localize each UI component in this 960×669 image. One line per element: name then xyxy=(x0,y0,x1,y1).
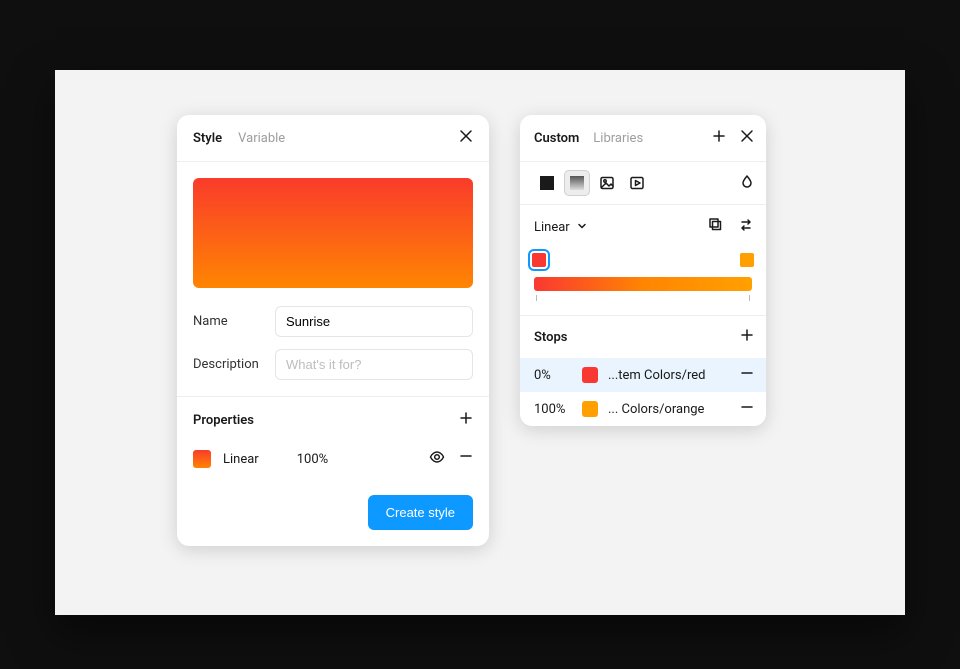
swap-icon xyxy=(738,217,754,233)
stop-swatch-icon xyxy=(582,367,598,383)
stop-color-name: ...tem Colors/red xyxy=(608,368,732,383)
tab-variable[interactable]: Variable xyxy=(238,131,285,146)
fill-solid-button[interactable] xyxy=(534,170,560,196)
stops-list: 0% ...tem Colors/red 100% ... Colors/orange xyxy=(520,358,766,426)
stop-row[interactable]: 0% ...tem Colors/red xyxy=(520,358,766,392)
gradient-type-row: Linear xyxy=(520,205,766,249)
stop-color-name: ... Colors/orange xyxy=(608,402,732,417)
gradient-handles xyxy=(534,253,752,273)
tab-style[interactable]: Style xyxy=(193,131,222,146)
add-color-button[interactable] xyxy=(712,129,726,147)
stop-swatch-icon xyxy=(582,401,598,417)
gradient-stop-handle-0[interactable] xyxy=(532,253,546,267)
add-stop-button[interactable] xyxy=(740,328,754,346)
gradient-type-select[interactable]: Linear xyxy=(534,220,587,235)
stop-position: 0% xyxy=(534,368,582,383)
fill-image-button[interactable] xyxy=(594,170,620,196)
image-icon xyxy=(599,175,615,191)
properties-label: Properties xyxy=(193,413,254,428)
stop-position: 100% xyxy=(534,402,582,417)
name-row: Name xyxy=(177,300,489,343)
close-icon[interactable] xyxy=(459,129,473,147)
tab-custom[interactable]: Custom xyxy=(534,131,579,146)
chevron-down-icon xyxy=(577,221,587,231)
rotate-gradient-button[interactable] xyxy=(708,217,724,237)
property-opacity: 100% xyxy=(297,452,328,467)
remove-property-button[interactable] xyxy=(459,449,473,469)
name-label: Name xyxy=(193,314,275,329)
name-input[interactable] xyxy=(275,306,473,337)
workspace-canvas: Style Variable Name Description Properti… xyxy=(55,70,905,615)
fill-type-row xyxy=(520,162,766,205)
solid-fill-icon xyxy=(540,176,554,190)
fill-gradient-button[interactable] xyxy=(564,170,590,196)
droplet-icon xyxy=(740,174,754,188)
description-label: Description xyxy=(193,357,275,372)
visibility-toggle-icon[interactable] xyxy=(429,449,445,469)
gradient-fill-icon xyxy=(570,176,584,190)
video-icon xyxy=(629,175,645,191)
gradient-ticks xyxy=(534,291,752,301)
style-panel-header: Style Variable xyxy=(177,115,489,162)
close-icon[interactable] xyxy=(740,129,754,147)
gradient-editor[interactable] xyxy=(520,249,766,315)
property-type: Linear xyxy=(223,452,259,467)
remove-stop-button[interactable] xyxy=(740,400,754,418)
gradient-stop-handle-1[interactable] xyxy=(740,253,754,267)
properties-header: Properties xyxy=(177,397,489,443)
tab-libraries[interactable]: Libraries xyxy=(593,131,643,146)
blend-mode-button[interactable] xyxy=(740,174,754,192)
add-property-button[interactable] xyxy=(459,411,473,429)
create-style-panel: Style Variable Name Description Properti… xyxy=(177,115,489,546)
remove-stop-button[interactable] xyxy=(740,366,754,384)
gradient-editor-panel: Custom Libraries xyxy=(520,115,766,426)
gradient-bar[interactable] xyxy=(534,277,752,291)
stop-row[interactable]: 100% ... Colors/orange xyxy=(520,392,766,426)
gradient-swatch-icon xyxy=(193,450,211,468)
flip-gradient-button[interactable] xyxy=(738,217,754,237)
stops-header: Stops xyxy=(520,315,766,358)
rotate-icon xyxy=(708,217,724,233)
color-panel-header: Custom Libraries xyxy=(520,115,766,162)
description-input[interactable] xyxy=(275,349,473,380)
gradient-preview xyxy=(193,178,473,288)
property-row[interactable]: Linear 100% xyxy=(177,443,489,477)
description-row: Description xyxy=(177,343,489,386)
fill-video-button[interactable] xyxy=(624,170,650,196)
stops-label: Stops xyxy=(534,330,568,345)
create-style-button[interactable]: Create style xyxy=(368,495,473,530)
